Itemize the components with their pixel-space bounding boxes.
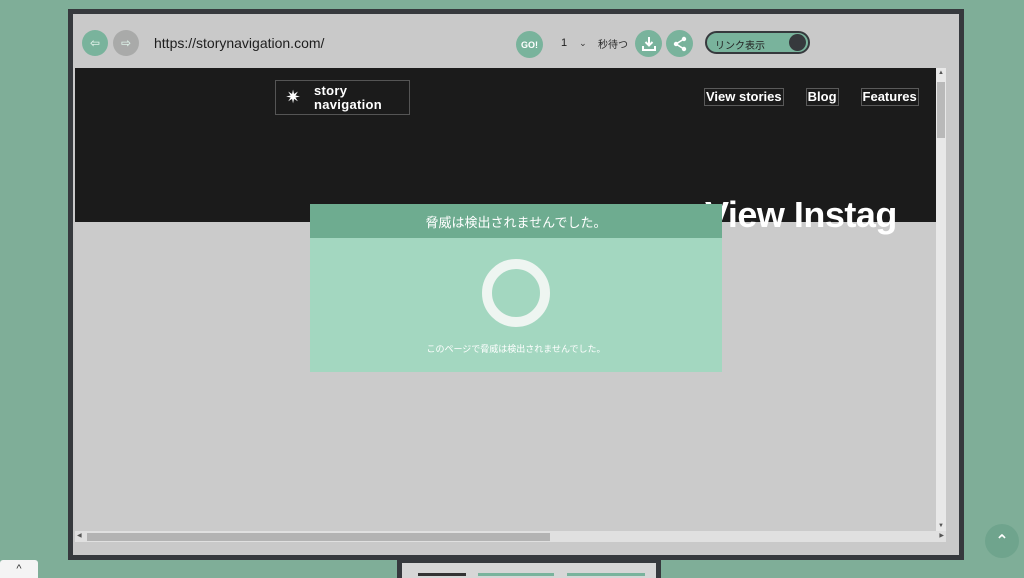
url-field[interactable]: https://storynavigation.com/ xyxy=(154,35,324,51)
hero-title: View Instag xyxy=(705,194,897,235)
toggle-knob xyxy=(789,34,806,51)
horizontal-scrollbar[interactable]: ◀ ▶ xyxy=(75,531,946,542)
link-display-toggle[interactable]: リンク表示 xyxy=(705,31,810,54)
arrow-right-icon: ⇨ xyxy=(120,36,132,50)
bottom-panel-inner xyxy=(402,563,656,578)
download-icon xyxy=(641,36,656,51)
scroll-up-icon[interactable]: ▲ xyxy=(938,70,944,76)
vertical-scroll-thumb[interactable] xyxy=(937,82,945,138)
scan-result-message: このページで脅威は検出されませんでした。 xyxy=(426,344,606,354)
browser-toolbar: ⇦ ⇨ https://storynavigation.com/ GO! 1 ⌄… xyxy=(73,14,959,67)
go-button[interactable]: GO! xyxy=(516,31,543,58)
scroll-to-top-button[interactable]: ⌃ xyxy=(985,524,1019,558)
bottom-panel-tab[interactable] xyxy=(397,560,661,578)
arrow-left-icon: ⇦ xyxy=(89,36,101,50)
scroll-right-icon[interactable]: ▶ xyxy=(939,532,944,539)
logo-line-1: story xyxy=(314,82,348,98)
scan-ring-icon xyxy=(482,259,550,327)
forward-button[interactable]: ⇨ xyxy=(113,30,139,56)
star-icon: ✷ xyxy=(285,87,301,107)
chevron-up-icon: ^ xyxy=(16,563,22,575)
logo-line-2: navigation xyxy=(314,96,383,112)
share-button[interactable] xyxy=(666,30,693,57)
site-nav: View stories Blog Features xyxy=(704,88,919,106)
share-icon xyxy=(673,36,686,51)
bottom-panel-bar xyxy=(567,573,645,576)
wait-seconds-select[interactable]: 1 ⌄ xyxy=(561,35,597,51)
vertical-scrollbar[interactable]: ▲ ▼ xyxy=(936,68,946,531)
scroll-down-icon[interactable]: ▼ xyxy=(938,523,944,529)
back-button[interactable]: ⇦ xyxy=(82,30,108,56)
bottom-panel-bar xyxy=(418,573,466,576)
download-button[interactable] xyxy=(635,30,662,57)
horizontal-scroll-thumb[interactable] xyxy=(87,533,550,541)
link-display-label: リンク表示 xyxy=(715,41,765,52)
expand-panel-button[interactable]: ^ xyxy=(0,560,38,578)
nav-link-view-stories[interactable]: View stories xyxy=(704,88,784,106)
bottom-panel-bar xyxy=(478,573,554,576)
wait-seconds-value: 1 xyxy=(561,37,568,49)
chevron-down-icon: ⌄ xyxy=(579,37,587,48)
scan-result-title: 脅威は検出されませんでした。 xyxy=(310,204,722,238)
site-logo[interactable]: ✷ story navigation xyxy=(275,80,410,115)
scroll-left-icon[interactable]: ◀ xyxy=(77,532,82,539)
chevron-up-icon: ⌃ xyxy=(995,533,1009,550)
site-header: ✷ story navigation View stories Blog Fea… xyxy=(75,68,946,235)
wait-seconds-label: 秒待つ xyxy=(598,40,628,51)
scan-result-dialog: 脅威は検出されませんでした。 このページで脅威は検出されませんでした。 xyxy=(310,204,722,372)
nav-link-blog[interactable]: Blog xyxy=(805,88,839,106)
nav-link-features[interactable]: Features xyxy=(860,88,919,106)
logo-text: story navigation xyxy=(314,82,383,112)
